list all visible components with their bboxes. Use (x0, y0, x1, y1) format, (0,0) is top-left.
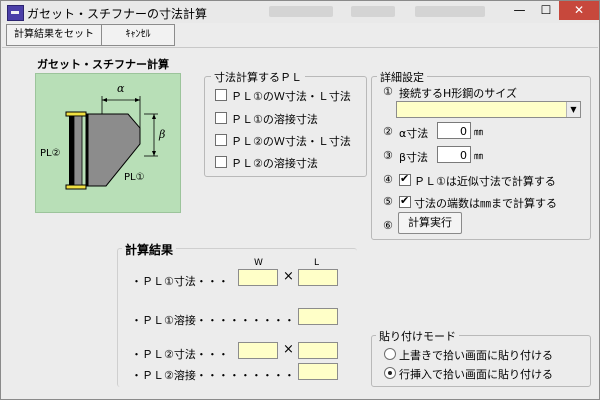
overwrite-label: 上書きで拾い画面に貼り付ける (399, 349, 553, 362)
row4-number: ④ (383, 173, 393, 186)
blurred-background-bar (415, 6, 485, 17)
pl1-weld-label: ＰＬ①の溶接寸法 (231, 113, 318, 126)
pl1-w-result (238, 269, 278, 286)
alpha-unit: ㎜ (474, 128, 484, 138)
mm-fraction-label: 寸法の端数は㎜まで計算する (414, 197, 557, 210)
mm-fraction-checkbox[interactable] (399, 194, 411, 208)
beta-label: β (158, 128, 165, 141)
results-title: 計算結果 (122, 241, 177, 258)
set-result-button[interactable]: 計算結果をセット (6, 24, 102, 46)
blurred-background-bar (351, 6, 395, 17)
pl1-weld-checkbox[interactable] (215, 112, 227, 124)
title-bar: ガセット・スチフナーの寸法計算 — ☐ ✕ (1, 1, 599, 23)
hbeam-size-label: 接続するH形鋼のサイズ (399, 87, 517, 100)
overwrite-radio[interactable] (384, 348, 396, 360)
beta-dim-input[interactable]: 0 (437, 146, 471, 163)
pl1-dim-result-label: ・ＰＬ①寸法・・・ (131, 275, 229, 288)
pl2-weld-result (298, 363, 338, 380)
pl1-wl-checkbox[interactable] (215, 89, 227, 101)
pl2-wl-label: ＰＬ②のＷ寸法・Ｌ寸法 (231, 135, 351, 148)
pl1-label: PL① (124, 172, 145, 183)
pl2-label: PL② (40, 148, 61, 159)
pl2-dim-result-label: ・ＰＬ②寸法・・・ (131, 348, 229, 361)
multiply-sign: × (283, 342, 294, 357)
alpha-label: α (117, 82, 125, 95)
pl2-weld-label: ＰＬ②の溶接寸法 (231, 157, 318, 170)
minimize-button[interactable]: — (506, 1, 533, 20)
pl2-wl-checkbox[interactable] (215, 134, 227, 146)
row6-number: ⑥ (383, 219, 393, 232)
row5-number: ⑤ (383, 195, 393, 208)
cancel-button[interactable]: ｷｬﾝｾﾙ (101, 24, 175, 46)
blurred-background-bar (269, 6, 333, 17)
row1-number: ① (383, 85, 393, 98)
pl1-l-result (298, 269, 338, 286)
alpha-dim-input[interactable]: 0 (437, 122, 471, 139)
alpha-dim-label: α寸法 (399, 127, 429, 140)
h-beam-gusset-drawing: α β PL② PL① (40, 82, 165, 190)
multiply-sign: × (283, 269, 294, 284)
insert-row-radio[interactable] (384, 367, 396, 379)
hbeam-size-dropdown[interactable]: ▼ (396, 101, 581, 118)
row2-number: ② (383, 125, 393, 138)
maximize-button[interactable]: ☐ (533, 1, 559, 20)
app-icon (7, 5, 24, 21)
close-button[interactable]: ✕ (559, 1, 599, 20)
gusset-diagram: α β PL② PL① (35, 73, 181, 213)
calculate-button[interactable]: 計算実行 (398, 212, 462, 234)
chevron-down-icon[interactable]: ▼ (566, 102, 580, 117)
paste-mode-legend: 貼り付けモード (376, 328, 459, 344)
row3-number: ③ (383, 149, 393, 162)
application-window: ガセット・スチフナーの寸法計算 — ☐ ✕ 計算結果をセット ｷｬﾝｾﾙ ガセッ… (0, 0, 600, 400)
approx-dim-checkbox[interactable] (399, 172, 411, 186)
diagram-title: ガセット・スチフナー計算 (37, 58, 169, 71)
w-column-header: W (254, 258, 263, 268)
pl2-w-result (238, 342, 278, 359)
beta-dim-label: β寸法 (399, 151, 429, 164)
pl1-wl-label: ＰＬ①のＷ寸法・Ｌ寸法 (231, 90, 351, 103)
dimension-calc-legend: 寸法計算するＰＬ (211, 69, 305, 85)
pl1-weld-result (298, 308, 338, 325)
details-legend: 詳細設定 (377, 69, 427, 85)
pl2-weld-checkbox[interactable] (215, 156, 227, 168)
window-title: ガセット・スチフナーの寸法計算 (27, 7, 208, 21)
approx-dim-label: ＰＬ①は近似寸法で計算する (414, 175, 556, 188)
l-column-header: L (314, 258, 320, 268)
insert-row-label: 行挿入で拾い画面に貼り付ける (399, 368, 553, 381)
pl2-l-result (298, 342, 338, 359)
beta-unit: ㎜ (474, 152, 484, 162)
